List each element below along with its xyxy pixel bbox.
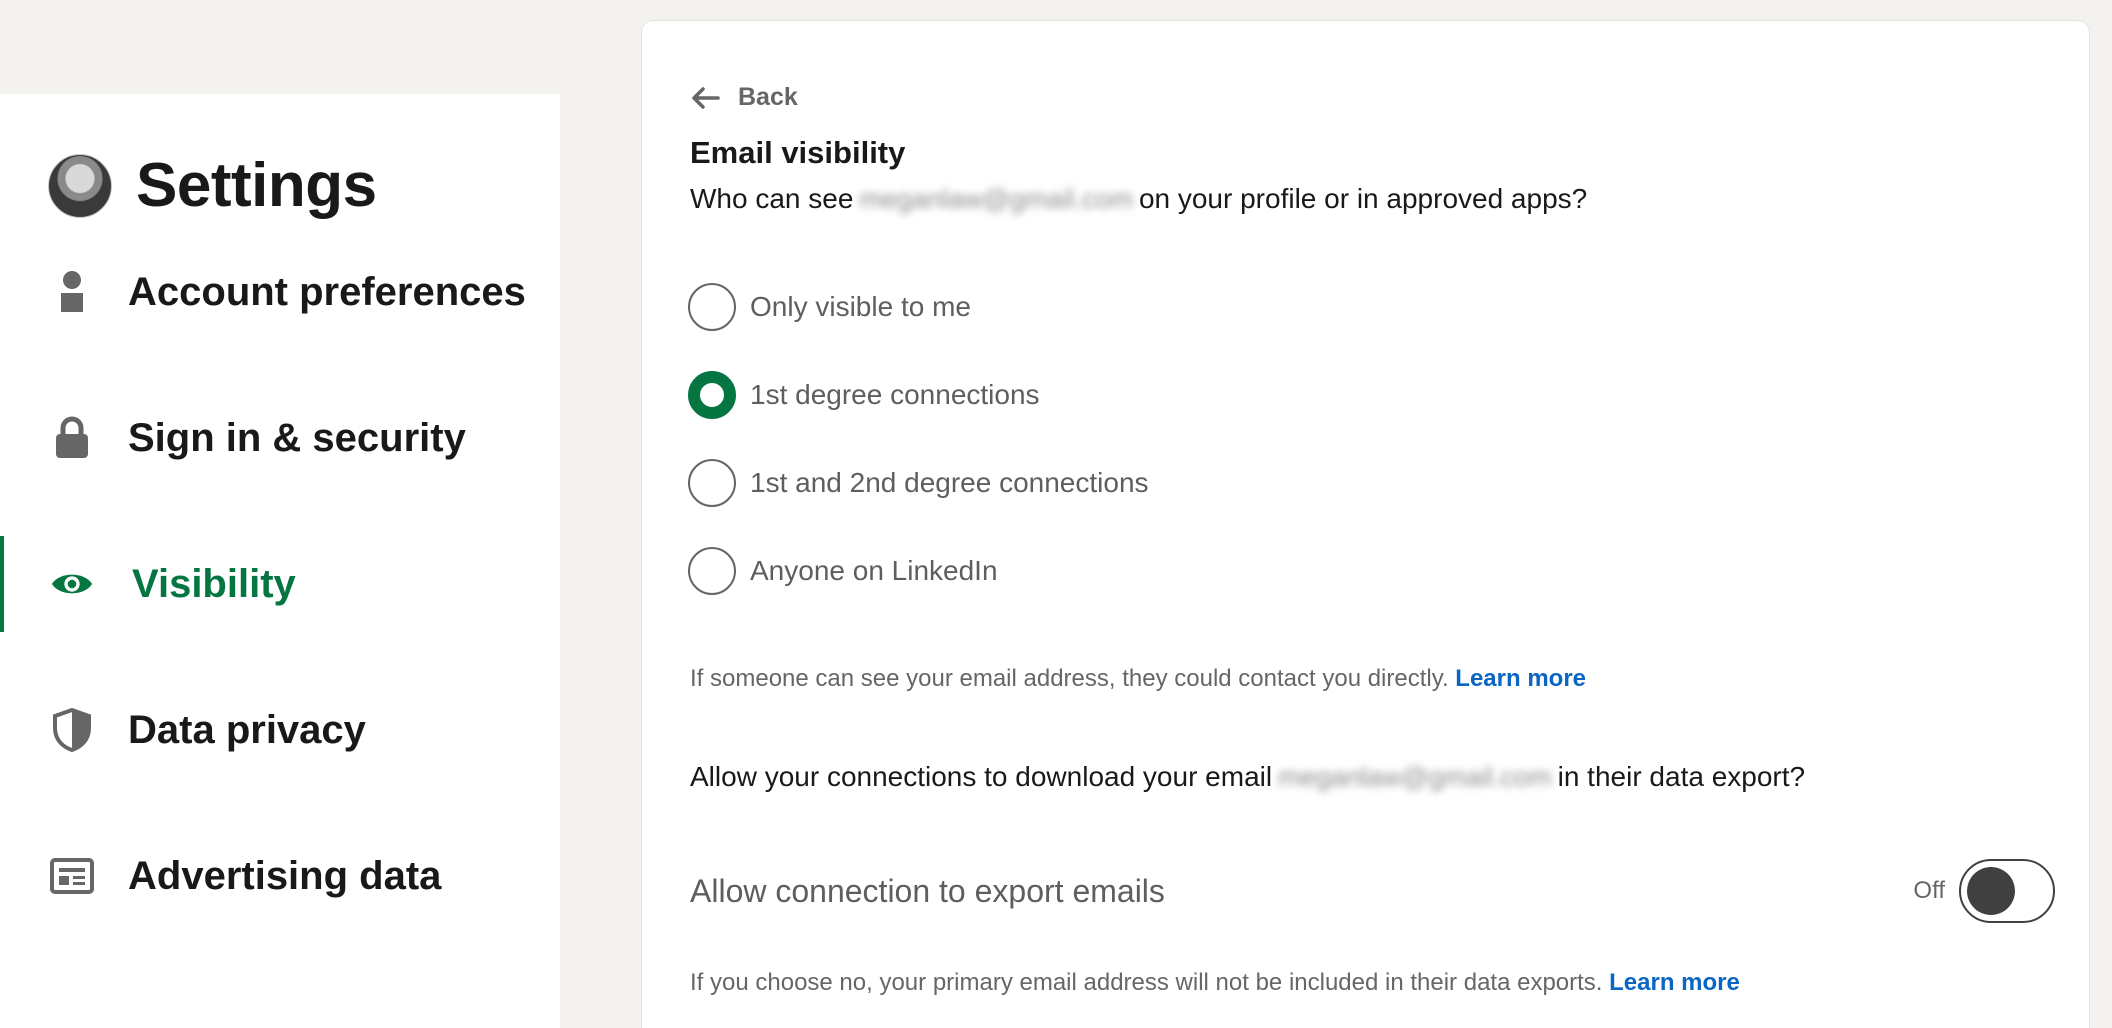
export-question-suffix: in their data export? xyxy=(1557,761,1806,792)
sidebar-item-label: Visibility xyxy=(132,561,296,606)
back-label: Back xyxy=(738,83,798,111)
visibility-question: Who can see meganlaw@gmail.com on your p… xyxy=(690,183,1587,215)
toggle-state: Off xyxy=(1913,877,1945,904)
radio-button-checked[interactable] xyxy=(688,371,736,419)
sidebar-item-label: Account preferences xyxy=(128,269,526,314)
radio-label: 1st degree connections xyxy=(750,379,1040,410)
settings-sidebar: Settings Account preferences Sign in & s… xyxy=(0,94,560,1028)
person-icon xyxy=(50,270,94,314)
toggle-label: Allow connection to export emails xyxy=(690,872,1165,909)
sidebar-item-label: Sign in & security xyxy=(128,415,466,460)
help-text-content: If someone can see your email address, t… xyxy=(690,665,1449,692)
export-help-text: If you choose no, your primary email add… xyxy=(690,969,1740,997)
sidebar-item-label: Data privacy xyxy=(128,707,366,752)
back-button[interactable]: Back xyxy=(690,83,798,112)
ad-card-icon xyxy=(50,854,94,898)
radio-option-1st-2nd-degree[interactable]: 1st and 2nd degree connections xyxy=(688,459,1149,507)
sidebar-item-sign-in-security[interactable]: Sign in & security xyxy=(0,390,560,486)
question-prefix: Who can see xyxy=(690,183,854,214)
page-title: Settings xyxy=(136,151,377,220)
sidebar-item-label: Advertising data xyxy=(128,853,442,898)
radio-label: 1st and 2nd degree connections xyxy=(750,467,1149,498)
sidebar-header: Settings xyxy=(48,150,377,221)
visibility-help-text: If someone can see your email address, t… xyxy=(690,665,1586,693)
sidebar-item-data-privacy[interactable]: Data privacy xyxy=(0,682,560,778)
blurred-email: meganlaw@gmail.com xyxy=(859,183,1133,214)
sidebar-item-advertising-data[interactable]: Advertising data xyxy=(0,828,560,924)
blurred-email: meganlaw@gmail.com xyxy=(1278,761,1552,792)
sidebar-item-visibility[interactable]: Visibility xyxy=(0,536,560,632)
toggle-knob xyxy=(1967,867,2015,915)
radio-option-anyone[interactable]: Anyone on LinkedIn xyxy=(688,547,998,595)
radio-button[interactable] xyxy=(688,547,736,595)
help-text-content: If you choose no, your primary email add… xyxy=(690,969,1603,996)
shield-icon xyxy=(50,708,94,752)
eye-icon xyxy=(50,562,94,606)
export-question-prefix: Allow your connections to download your … xyxy=(690,761,1273,792)
export-toggle-row: Allow connection to export emails Off xyxy=(690,859,2055,923)
question-suffix: on your profile or in approved apps? xyxy=(1138,183,1588,214)
learn-more-link[interactable]: Learn more xyxy=(1609,969,1740,996)
page: Settings Account preferences Sign in & s… xyxy=(0,0,2112,1028)
radio-button[interactable] xyxy=(688,283,736,331)
radio-option-only-me[interactable]: Only visible to me xyxy=(688,283,971,331)
section-title: Email visibility xyxy=(690,135,906,170)
lock-icon xyxy=(50,416,94,460)
avatar[interactable] xyxy=(48,153,112,218)
email-visibility-card: Back Email visibility Who can see meganl… xyxy=(641,20,2090,1028)
sidebar-item-account-preferences[interactable]: Account preferences xyxy=(0,244,560,340)
radio-button[interactable] xyxy=(688,459,736,507)
export-question: Allow your connections to download your … xyxy=(690,761,1805,793)
learn-more-link[interactable]: Learn more xyxy=(1455,665,1586,692)
export-emails-toggle[interactable] xyxy=(1959,859,2055,923)
radio-option-1st-degree[interactable]: 1st degree connections xyxy=(688,371,1040,419)
radio-label: Anyone on LinkedIn xyxy=(750,555,998,586)
radio-label: Only visible to me xyxy=(750,291,971,322)
arrow-left-icon xyxy=(692,86,720,109)
